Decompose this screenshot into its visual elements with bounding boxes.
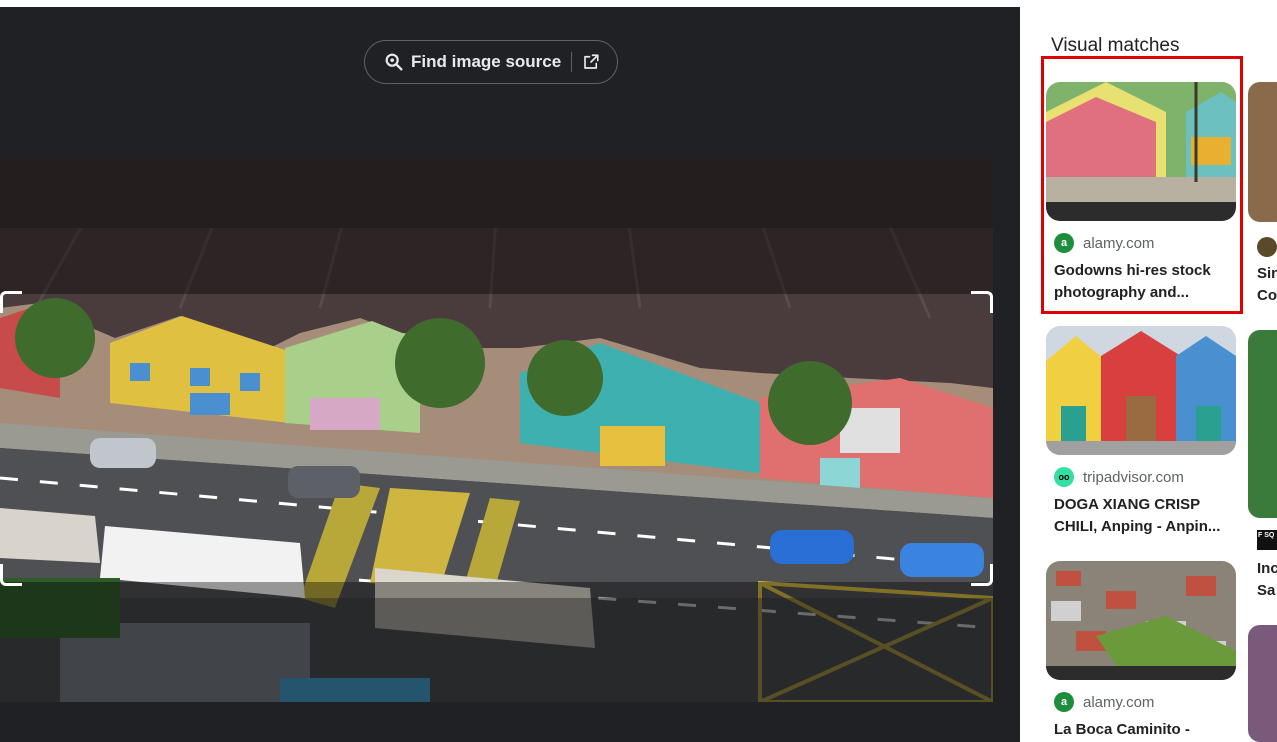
alamy-favicon-icon: a bbox=[1054, 692, 1074, 712]
result-card[interactable]: a alamy.com La Boca Caminito - bbox=[1046, 561, 1236, 741]
result-site-name: alamy.com bbox=[1083, 693, 1155, 711]
lens-icon bbox=[385, 53, 403, 71]
crop-handle-bottom-right[interactable] bbox=[971, 564, 993, 586]
result-site[interactable]: oo tripadvisor.com bbox=[1054, 467, 1236, 487]
result-thumbnail[interactable] bbox=[1046, 561, 1236, 680]
result-site-name: tripadvisor.com bbox=[1083, 468, 1184, 486]
result-card[interactable]: a alamy.com Godowns hi-res stock photogr… bbox=[1046, 82, 1236, 304]
result-thumbnail[interactable] bbox=[1046, 82, 1236, 221]
partial-result-thumbnail[interactable] bbox=[1248, 625, 1277, 742]
result-card[interactable]: oo tripadvisor.com DOGA XIANG CRISP CHIL… bbox=[1046, 326, 1236, 538]
crop-handle-top-right[interactable] bbox=[971, 291, 993, 313]
open-in-new-icon bbox=[584, 54, 599, 69]
partial-result-thumbnail[interactable] bbox=[1248, 330, 1277, 518]
partial-result-title-line1[interactable]: Sin bbox=[1257, 263, 1277, 285]
visual-matches-heading: Visual matches bbox=[1051, 35, 1180, 56]
result-title[interactable]: Godowns hi-res stock photography and... bbox=[1054, 260, 1234, 304]
foursquare-favicon-icon: F SQ bbox=[1257, 530, 1277, 550]
partial-result-thumbnail[interactable] bbox=[1248, 82, 1277, 222]
result-title[interactable]: La Boca Caminito - bbox=[1054, 719, 1234, 741]
result-site-name: alamy.com bbox=[1083, 234, 1155, 252]
find-image-source-button[interactable]: Find image source bbox=[364, 40, 618, 84]
result-site[interactable]: a alamy.com bbox=[1054, 233, 1236, 253]
result-title[interactable]: DOGA XIANG CRISP CHILI, Anping - Anpin..… bbox=[1054, 494, 1234, 538]
dim-overlay-top bbox=[0, 158, 993, 294]
alamy-favicon-icon: a bbox=[1054, 233, 1074, 253]
crop-handle-bottom-left[interactable] bbox=[0, 564, 22, 586]
tripadvisor-favicon-icon: oo bbox=[1054, 467, 1074, 487]
partial-result-title-line2[interactable]: Sa bbox=[1257, 580, 1275, 602]
partial-result-title-line1[interactable]: Inc bbox=[1257, 558, 1277, 580]
result-site[interactable]: a alamy.com bbox=[1054, 692, 1236, 712]
top-strip bbox=[0, 0, 1277, 7]
partial-result-favicon-icon bbox=[1257, 237, 1277, 257]
crop-handle-top-left[interactable] bbox=[0, 291, 22, 313]
button-separator bbox=[571, 52, 573, 72]
find-image-source-label: Find image source bbox=[411, 52, 562, 71]
partial-result-title-line2[interactable]: Co bbox=[1257, 285, 1277, 307]
dim-overlay-bottom bbox=[0, 582, 993, 702]
searched-image[interactable] bbox=[0, 158, 993, 702]
result-thumbnail[interactable] bbox=[1046, 326, 1236, 455]
